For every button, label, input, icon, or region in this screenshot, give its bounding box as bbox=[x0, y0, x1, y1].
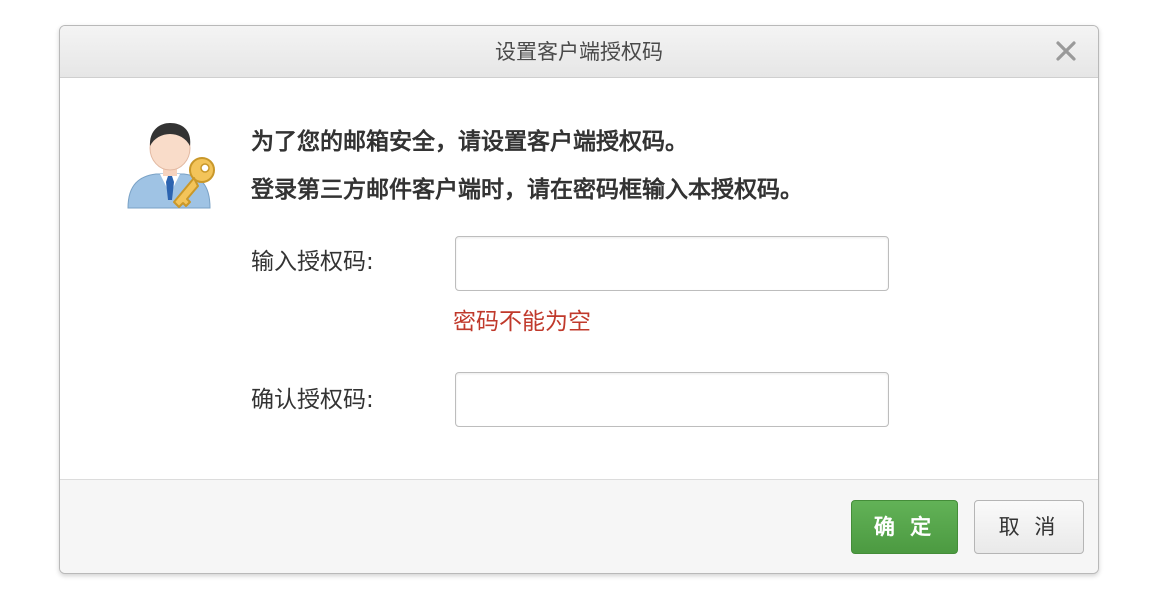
security-message-line-1: 为了您的邮箱安全，请设置客户端授权码。 bbox=[251, 129, 688, 155]
dialog-titlebar: 设置客户端授权码 bbox=[60, 26, 1098, 78]
user-key-icon bbox=[122, 116, 222, 216]
auth-code-label: 输入授权码: bbox=[251, 249, 374, 275]
dialog-title: 设置客户端授权码 bbox=[495, 40, 663, 64]
close-icon[interactable] bbox=[1054, 39, 1078, 63]
confirm-code-input[interactable] bbox=[455, 372, 889, 427]
auth-code-input[interactable] bbox=[455, 236, 889, 291]
confirm-code-label: 确认授权码: bbox=[251, 387, 374, 413]
dialog-body: 为了您的邮箱安全，请设置客户端授权码。 登录第三方邮件客户端时，请在密码框输入本… bbox=[60, 78, 1098, 480]
authorization-code-dialog: 设置客户端授权码 为了您的邮箱安全，请设置客户端授权码。 登录第三方邮件客户端时… bbox=[59, 25, 1099, 574]
dialog-footer: 确 定 取 消 bbox=[60, 480, 1098, 573]
empty-password-error: 密码不能为空 bbox=[453, 309, 591, 335]
cancel-button[interactable]: 取 消 bbox=[974, 500, 1084, 554]
security-message-line-2: 登录第三方邮件客户端时，请在密码框输入本授权码。 bbox=[251, 177, 803, 203]
ok-button[interactable]: 确 定 bbox=[851, 500, 958, 554]
